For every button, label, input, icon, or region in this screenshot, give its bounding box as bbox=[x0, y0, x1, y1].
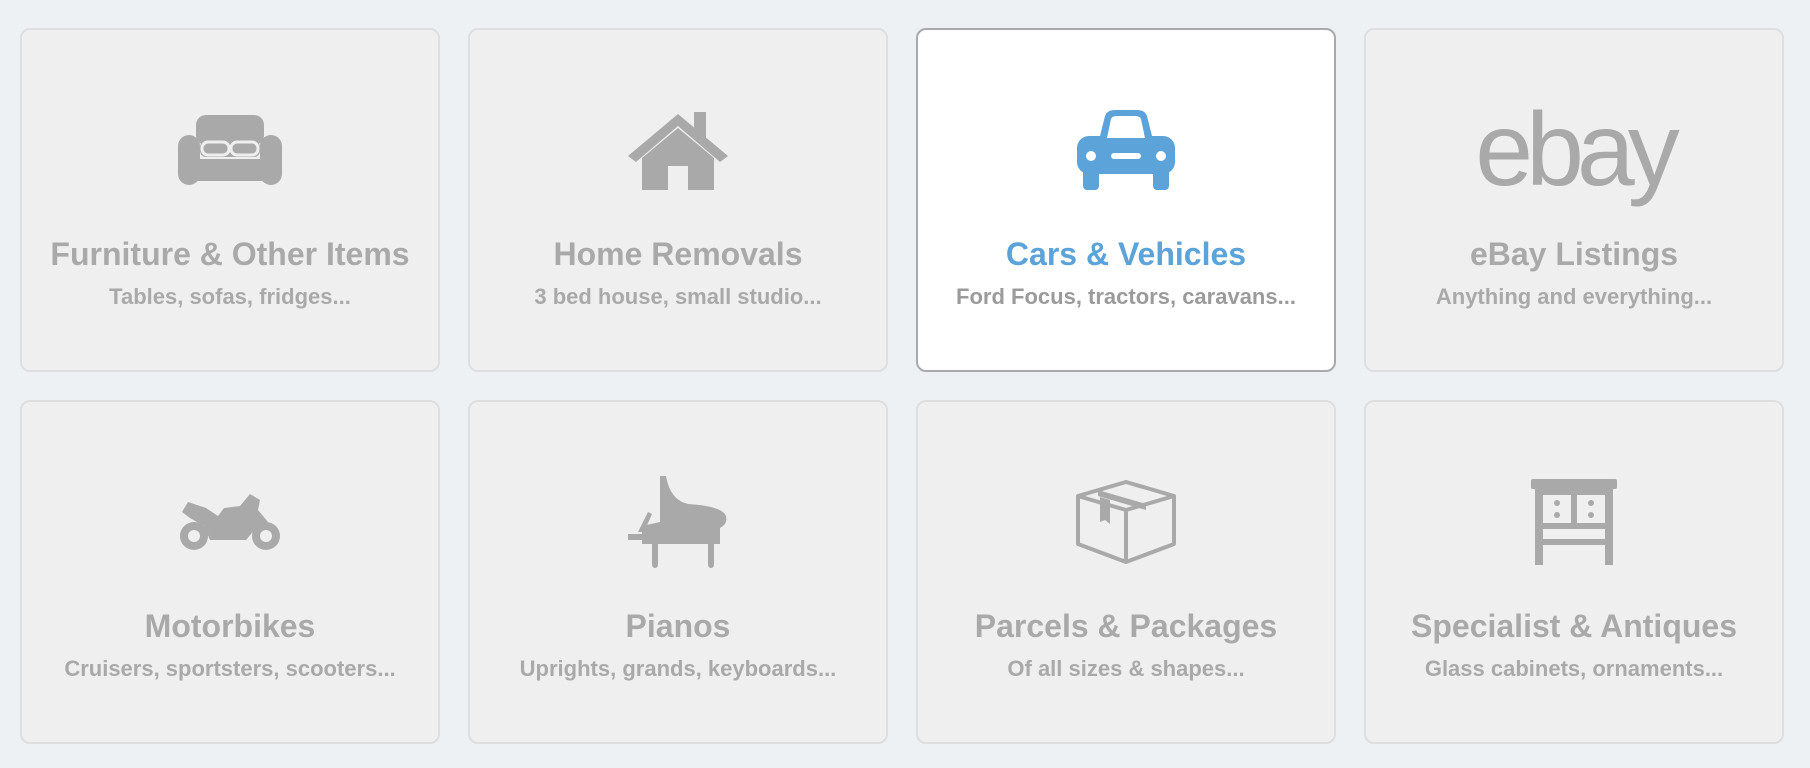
category-card-specialist-antiques[interactable]: Specialist & Antiques Glass cabinets, or… bbox=[1364, 400, 1784, 744]
card-title: Cars & Vehicles bbox=[1005, 236, 1247, 272]
card-title: Parcels & Packages bbox=[974, 608, 1278, 644]
category-card-cars-vehicles[interactable]: Cars & Vehicles Ford Focus, tractors, ca… bbox=[916, 28, 1336, 372]
category-card-pianos[interactable]: Pianos Uprights, grands, keyboards... bbox=[468, 400, 888, 744]
parcel-box-icon bbox=[918, 474, 1334, 570]
card-title: eBay Listings bbox=[1469, 236, 1679, 272]
cabinet-icon bbox=[1366, 474, 1782, 570]
card-subtitle: Cruisers, sportsters, scooters... bbox=[64, 656, 396, 681]
car-icon bbox=[918, 102, 1334, 198]
card-subtitle: Uprights, grands, keyboards... bbox=[519, 656, 837, 681]
category-card-ebay[interactable]: ebay eBay Listings Anything and everythi… bbox=[1364, 28, 1784, 372]
grand-piano-icon bbox=[470, 474, 886, 570]
card-title: Home Removals bbox=[553, 236, 803, 272]
category-grid: Furniture & Other Items Tables, sofas, f… bbox=[20, 28, 1784, 744]
card-title: Furniture & Other Items bbox=[50, 236, 410, 272]
card-subtitle: 3 bed house, small studio... bbox=[534, 284, 822, 309]
card-title: Specialist & Antiques bbox=[1411, 608, 1737, 644]
card-subtitle: Of all sizes & shapes... bbox=[1007, 656, 1245, 681]
ebay-logo: ebay bbox=[1475, 92, 1680, 208]
card-title: Pianos bbox=[625, 608, 731, 644]
category-card-furniture[interactable]: Furniture & Other Items Tables, sofas, f… bbox=[20, 28, 440, 372]
motorbike-icon bbox=[22, 474, 438, 570]
card-subtitle: Anything and everything... bbox=[1435, 284, 1713, 309]
card-subtitle: Tables, sofas, fridges... bbox=[109, 284, 351, 309]
category-card-parcels[interactable]: Parcels & Packages Of all sizes & shapes… bbox=[916, 400, 1336, 744]
category-card-home-removals[interactable]: Home Removals 3 bed house, small studio.… bbox=[468, 28, 888, 372]
sofa-icon bbox=[22, 102, 438, 198]
card-title: Motorbikes bbox=[144, 608, 316, 644]
card-subtitle: Glass cabinets, ornaments... bbox=[1424, 656, 1724, 681]
house-icon bbox=[470, 102, 886, 198]
category-card-motorbikes[interactable]: Motorbikes Cruisers, sportsters, scooter… bbox=[20, 400, 440, 744]
card-subtitle: Ford Focus, tractors, caravans... bbox=[956, 284, 1296, 309]
